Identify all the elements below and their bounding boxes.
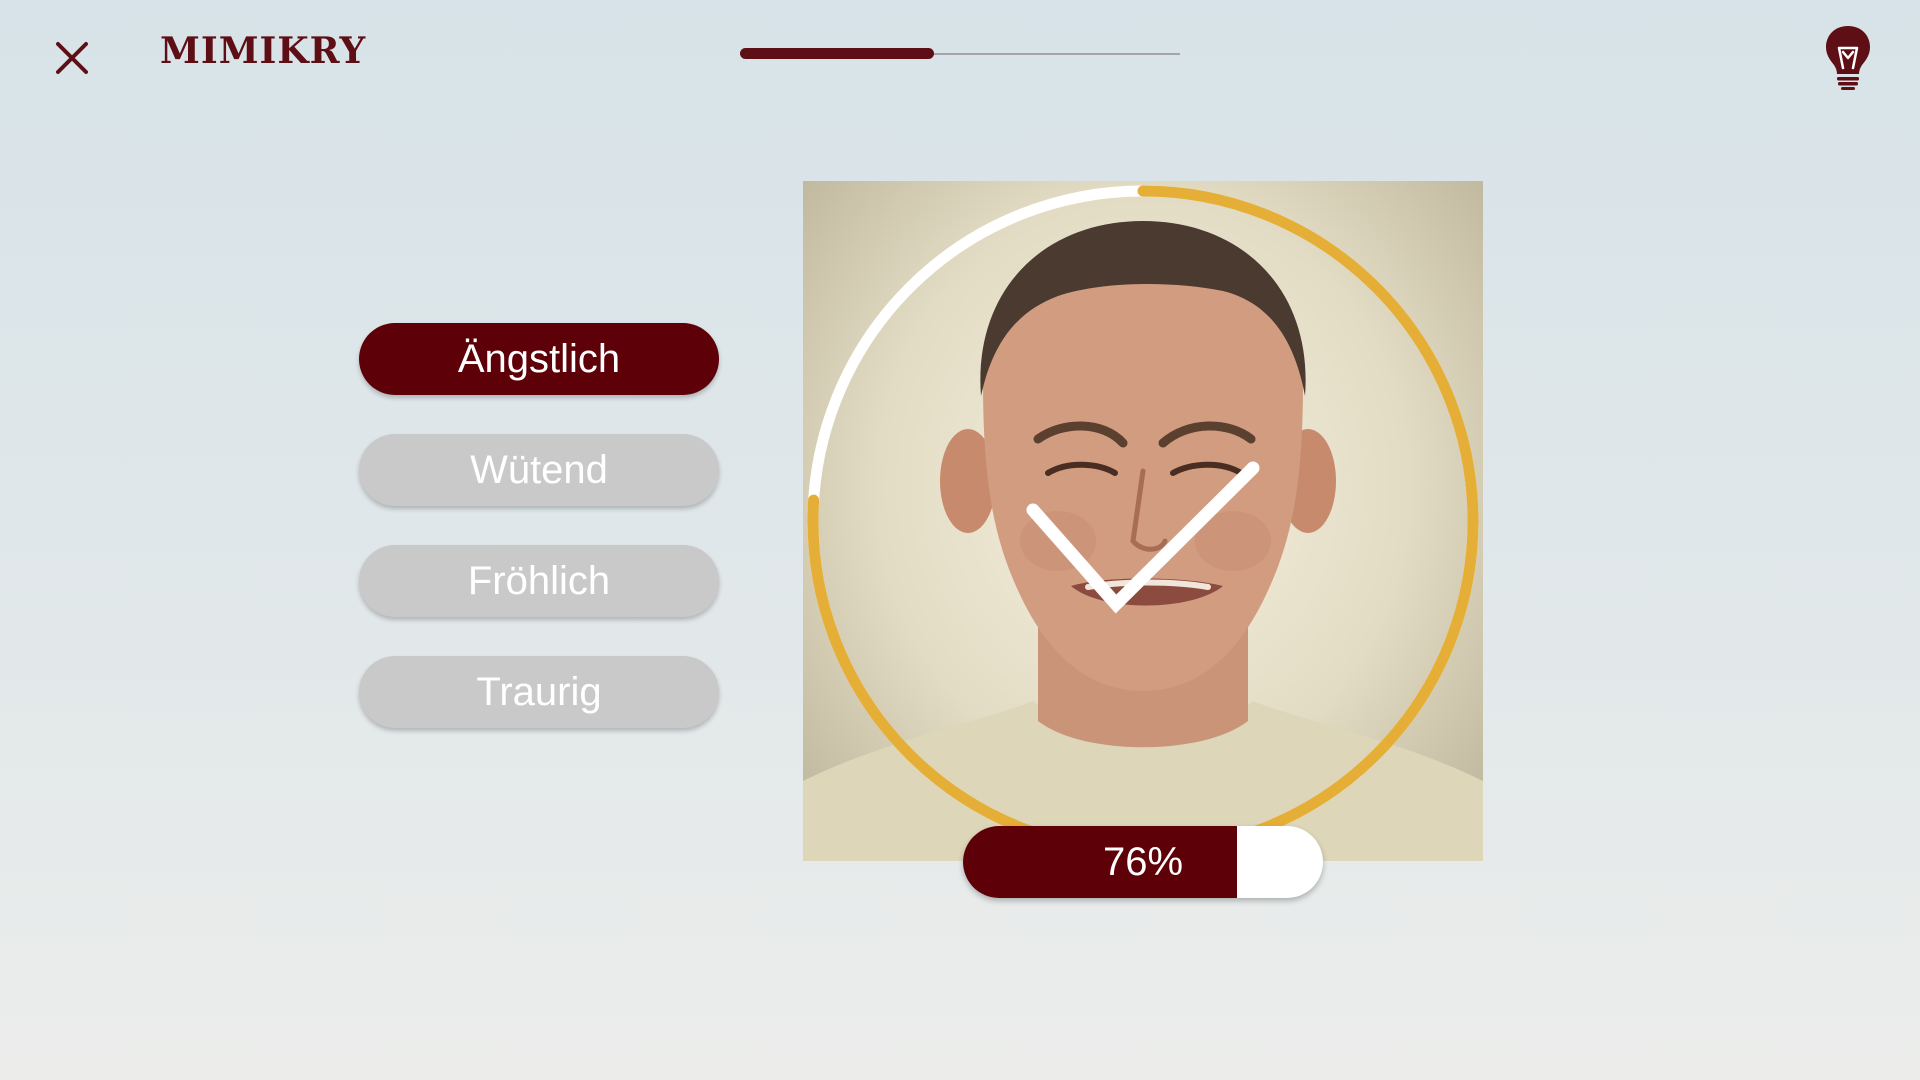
app-title: MIMIKRY bbox=[160, 30, 367, 72]
hint-button[interactable] bbox=[1820, 22, 1876, 90]
lesson-progress-track bbox=[740, 48, 1180, 59]
checkmark-icon bbox=[1026, 461, 1260, 614]
answer-option-froehlich[interactable]: Fröhlich bbox=[359, 545, 719, 617]
close-button[interactable] bbox=[48, 30, 96, 82]
top-bar: MIMIKRY bbox=[0, 0, 1920, 110]
lightbulb-icon bbox=[1826, 26, 1870, 90]
answer-options: Ängstlich Wütend Fröhlich Traurig bbox=[359, 323, 719, 767]
score-label: 76% bbox=[1102, 839, 1184, 884]
score-bar: 76% bbox=[963, 826, 1323, 898]
close-icon bbox=[56, 42, 88, 74]
answer-option-wuetend[interactable]: Wütend bbox=[359, 434, 719, 506]
answer-option-traurig[interactable]: Traurig bbox=[359, 656, 719, 728]
answer-option-aengstlich[interactable]: Ängstlich bbox=[359, 323, 719, 395]
lesson-progress-fill bbox=[740, 48, 934, 59]
